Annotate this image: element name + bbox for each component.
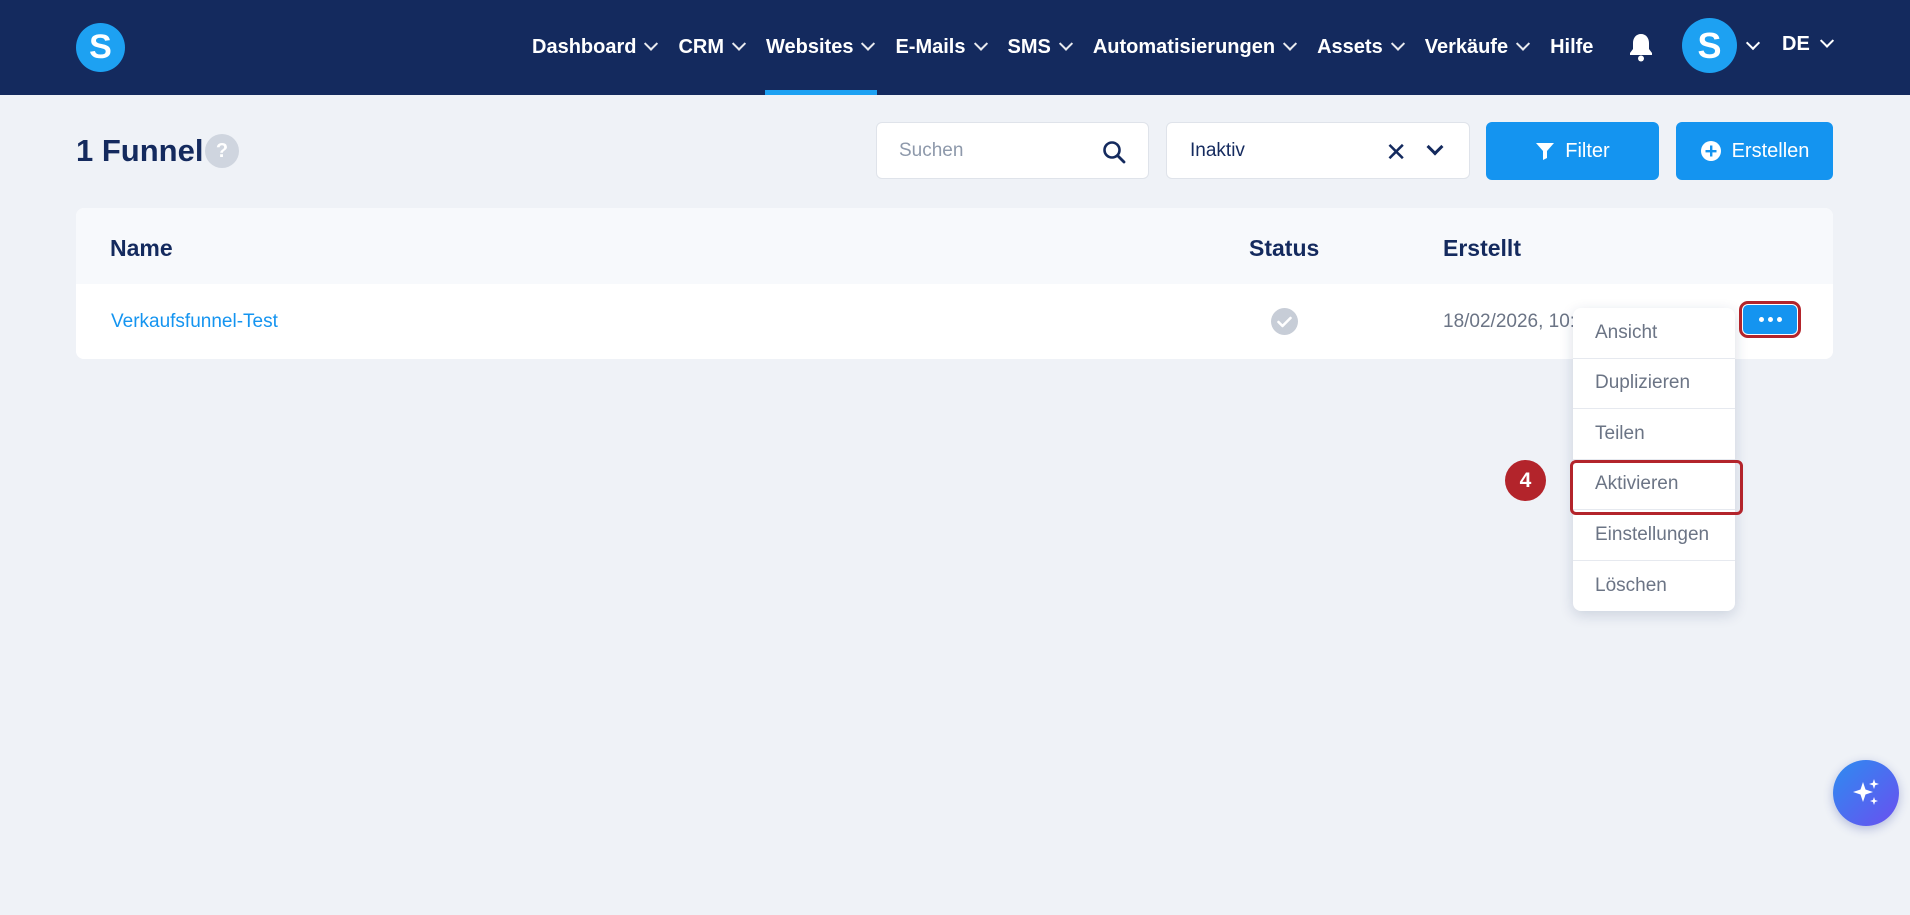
column-header-created[interactable]: Erstellt	[1443, 235, 1521, 262]
filter-button[interactable]: Filter	[1486, 122, 1659, 180]
plus-circle-icon	[1700, 140, 1722, 162]
chevron-down-icon	[1058, 36, 1073, 51]
filter-icon	[1535, 141, 1555, 161]
nav-item-label: Automatisierungen	[1092, 36, 1276, 58]
nav-item-sales[interactable]: Verkäufe	[1424, 0, 1531, 95]
nav-item-label: Dashboard	[532, 36, 637, 58]
nav-item-websites[interactable]: Websites	[765, 0, 878, 95]
create-button[interactable]: Erstellen	[1676, 122, 1833, 180]
menu-item-activate[interactable]: Aktivieren	[1570, 459, 1743, 514]
table-row: Verkaufsfunnel-Test 18/02/2026, 10:	[76, 284, 1833, 359]
nav-item-crm[interactable]: CRM	[678, 0, 747, 95]
brand-logo[interactable]: S	[76, 23, 125, 72]
chevron-down-icon	[1819, 33, 1834, 48]
sparkles-icon	[1853, 779, 1879, 805]
step-badge: 4	[1505, 460, 1546, 501]
filter-label: Filter	[1565, 139, 1610, 162]
nav-item-automations[interactable]: Automatisierungen	[1092, 0, 1298, 95]
nav-item-label: CRM	[678, 36, 725, 58]
status-select-value: Inaktiv	[1190, 139, 1245, 161]
nav-item-label: Hilfe	[1550, 36, 1594, 58]
nav-item-assets[interactable]: Assets	[1317, 0, 1405, 95]
funnels-table: Name Status Erstellt Verkaufsfunnel-Test…	[76, 208, 1833, 359]
user-avatar[interactable]: S	[1682, 18, 1737, 73]
ellipsis-dot	[1776, 317, 1782, 322]
check-icon	[1271, 308, 1298, 335]
menu-item-settings[interactable]: Einstellungen	[1573, 510, 1735, 561]
menu-item-view[interactable]: Ansicht	[1573, 308, 1735, 359]
chevron-down-icon	[1283, 36, 1298, 51]
status-select[interactable]: Inaktiv ✕	[1166, 122, 1470, 179]
chevron-down-icon[interactable]	[1426, 138, 1444, 156]
language-selector[interactable]: DE	[1782, 33, 1834, 56]
language-label: DE	[1782, 33, 1810, 55]
row-actions-menu: Ansicht Duplizieren Teilen Aktivieren Ei…	[1570, 308, 1743, 612]
menu-item-delete[interactable]: Löschen	[1573, 561, 1735, 612]
page-title: 1 Funnel	[76, 133, 204, 168]
column-header-name[interactable]: Name	[110, 235, 173, 262]
nav-item-label: E-Mails	[895, 36, 966, 58]
table-header: Name Status Erstellt	[76, 208, 1833, 284]
search-box[interactable]	[876, 122, 1149, 179]
funnel-name-link[interactable]: Verkaufsfunnel-Test	[111, 311, 278, 333]
bell-icon[interactable]	[1628, 32, 1656, 62]
help-icon[interactable]: ?	[205, 134, 239, 168]
clear-icon[interactable]: ✕	[1385, 139, 1407, 165]
menu-item-duplicate[interactable]: Duplizieren	[1573, 359, 1735, 409]
nav-item-dashboard[interactable]: Dashboard	[532, 0, 659, 95]
top-navbar: S Dashboard CRM Websites E-Mails SMS Aut…	[0, 0, 1910, 95]
nav-item-label: Verkäufe	[1424, 36, 1509, 58]
nav-item-sms[interactable]: SMS	[1007, 0, 1073, 95]
nav-item-label: SMS	[1007, 36, 1051, 58]
created-date: 18/02/2026, 10:	[1443, 311, 1576, 332]
ellipsis-dot	[1758, 317, 1764, 322]
search-icon[interactable]	[1102, 140, 1126, 164]
chevron-down-icon	[1390, 36, 1405, 51]
chevron-down-icon	[731, 36, 747, 51]
nav-item-help[interactable]: Hilfe	[1550, 0, 1593, 95]
nav-item-emails[interactable]: E-Mails	[895, 0, 988, 95]
nav-item-label: Websites	[766, 36, 854, 58]
chevron-down-icon	[861, 36, 876, 51]
chevron-down-icon[interactable]	[1745, 35, 1761, 51]
chevron-down-icon	[644, 36, 659, 51]
main-nav: Dashboard CRM Websites E-Mails SMS Autom…	[532, 0, 1615, 95]
row-more-actions-button[interactable]	[1739, 301, 1801, 338]
column-header-status[interactable]: Status	[1249, 235, 1319, 262]
nav-item-label: Assets	[1317, 36, 1383, 58]
chevron-down-icon	[1516, 36, 1531, 51]
search-input[interactable]	[899, 139, 1089, 162]
create-label: Erstellen	[1731, 139, 1810, 162]
ai-assistant-button[interactable]	[1833, 760, 1899, 826]
chevron-down-icon	[973, 36, 988, 51]
ellipsis-dot	[1767, 317, 1773, 322]
menu-item-share[interactable]: Teilen	[1573, 409, 1735, 460]
